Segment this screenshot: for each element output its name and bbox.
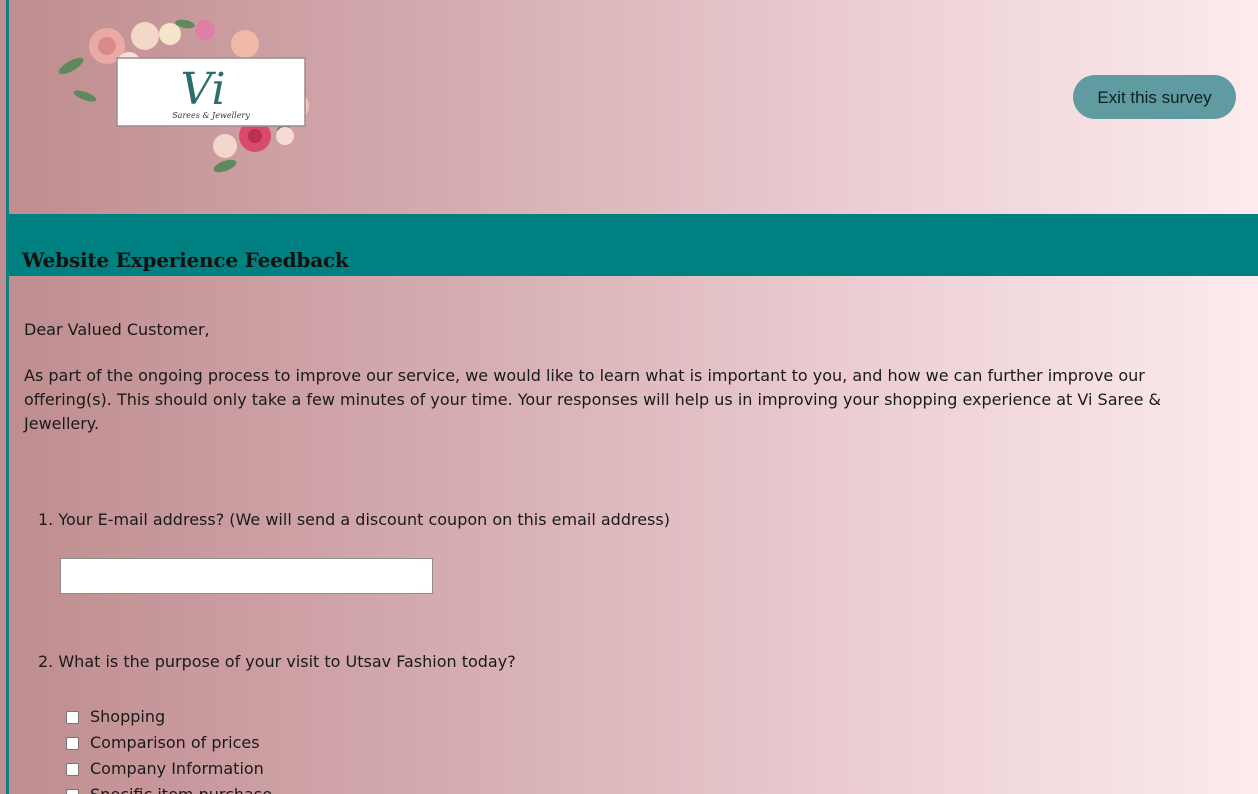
purpose-options: Shopping Comparison of prices Company In… <box>66 704 272 794</box>
survey-title: Website Experience Feedback <box>22 248 349 272</box>
floral-logo-image: Vi Sarees & Jewellery <box>58 19 309 173</box>
company-information-checkbox[interactable] <box>66 762 79 776</box>
option-company-information[interactable]: Company Information <box>66 756 272 782</box>
option-shopping[interactable]: Shopping <box>66 704 272 730</box>
option-label: Comparison of prices <box>90 733 260 752</box>
option-specific-item-purchase[interactable]: Specific item purchase <box>66 782 272 794</box>
survey-title-bar: Website Experience Feedback <box>9 214 1258 276</box>
email-field[interactable] <box>60 558 433 594</box>
shopping-checkbox[interactable] <box>66 710 79 724</box>
page-header: Vi Sarees & Jewellery Exit this survey <box>9 0 1258 214</box>
brand-logo: Vi Sarees & Jewellery <box>45 16 327 176</box>
exit-survey-button[interactable]: Exit this survey <box>1073 75 1236 119</box>
logo-monogram: Vi <box>180 64 225 115</box>
intro-text: As part of the ongoing process to improv… <box>24 366 1161 433</box>
comparison-checkbox[interactable] <box>66 736 79 750</box>
greeting-text: Dear Valued Customer, <box>24 320 210 339</box>
logo-tagline: Sarees & Jewellery <box>172 111 250 120</box>
option-label: Company Information <box>90 759 264 778</box>
survey-intro-section: Dear Valued Customer, As part of the ong… <box>24 318 1224 436</box>
question-1-label: 1. Your E-mail address? (We will send a … <box>38 510 670 529</box>
question-2-label: 2. What is the purpose of your visit to … <box>38 652 516 671</box>
option-comparison-of-prices[interactable]: Comparison of prices <box>66 730 272 756</box>
option-label: Specific item purchase <box>90 782 272 794</box>
specific-item-checkbox[interactable] <box>66 788 79 794</box>
option-label: Shopping <box>90 707 166 726</box>
